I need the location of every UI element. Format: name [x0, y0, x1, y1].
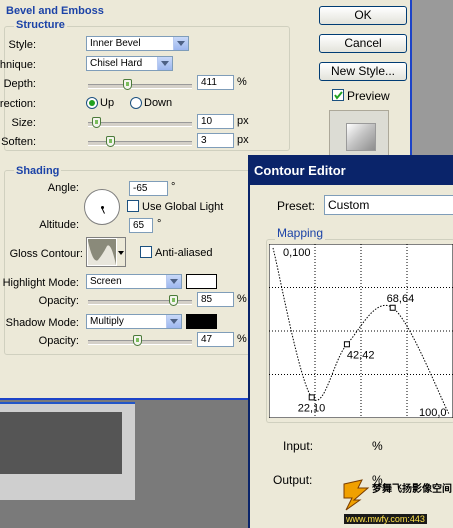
background-window-edge [410, 0, 453, 155]
direction-down-radio[interactable] [130, 97, 142, 109]
contour-point-label: 42,42 [347, 349, 375, 361]
anti-aliased-label[interactable]: Anti-aliased [155, 247, 212, 259]
contour-point-label: 68,64 [387, 293, 415, 305]
angle-dial[interactable] [84, 189, 120, 225]
contour-point-handle[interactable] [308, 394, 315, 401]
angle-unit: ° [171, 181, 176, 193]
soften-input[interactable]: 3 [197, 133, 234, 148]
preset-value: Custom [328, 198, 370, 212]
style-select-value: Inner Bevel [90, 38, 141, 49]
preview-checkbox[interactable] [332, 89, 344, 101]
watermark-url: www.mwfy.com:443 [344, 514, 427, 524]
shadow-opacity-unit: % [237, 333, 247, 345]
style-label: Style: [8, 39, 36, 51]
direction-up-label[interactable]: Up [100, 97, 114, 109]
altitude-unit: ° [157, 218, 162, 230]
chevron-down-icon [157, 57, 172, 70]
ok-button[interactable]: OK [319, 6, 407, 25]
depth-slider[interactable] [88, 79, 192, 90]
highlight-mode-label: Highlight Mode: [2, 277, 79, 289]
direction-label: Direction: [0, 98, 36, 110]
contour-graph[interactable]: 0,100 22,10 42,42 68,64 100,0 [269, 244, 453, 418]
cancel-button[interactable]: Cancel [319, 34, 407, 53]
highlight-opacity-slider[interactable] [88, 295, 192, 306]
checkmark-icon [334, 91, 343, 100]
highlight-opacity-unit: % [237, 293, 247, 305]
depth-label: Depth: [3, 78, 36, 90]
anti-aliased-checkbox[interactable] [140, 246, 152, 258]
altitude-input[interactable]: 65 [129, 218, 153, 233]
background-window-canvas [0, 412, 122, 474]
contour-editor-title: Contour Editor [254, 163, 346, 178]
technique-select[interactable]: Chisel Hard [86, 56, 173, 71]
contour-point-label: 100,0 [419, 407, 447, 418]
size-unit: px [237, 115, 249, 127]
technique-label: Technique: [0, 59, 36, 71]
size-label: Size: [11, 117, 36, 129]
gloss-contour-thumbnail [88, 238, 125, 266]
input-label: Input: [283, 439, 314, 453]
angle-label: Angle: [47, 182, 79, 194]
depth-input[interactable]: 411 [197, 75, 234, 90]
size-slider[interactable] [88, 117, 192, 128]
highlight-color-swatch[interactable] [186, 274, 217, 289]
shading-title: Shading [14, 165, 62, 177]
depth-slider-thumb[interactable] [123, 79, 133, 90]
shadow-mode-value: Multiply [90, 316, 124, 327]
chevron-down-icon [166, 275, 181, 288]
contour-editor-window: Contour Editor Preset: Custom Mapping 0,… [248, 155, 453, 528]
soften-slider[interactable] [88, 136, 192, 147]
new-style-button[interactable]: New Style... [319, 62, 407, 81]
highlight-opacity-label: Opacity: [38, 295, 79, 307]
global-light-checkbox[interactable] [127, 200, 139, 212]
input-unit: % [372, 439, 383, 453]
contour-point-handle[interactable] [389, 304, 396, 311]
preview-thumbnail [329, 110, 389, 158]
style-select[interactable]: Inner Bevel [86, 36, 189, 51]
shadow-opacity-input[interactable]: 47 [197, 332, 234, 347]
global-light-label[interactable]: Use Global Light [142, 201, 223, 213]
gloss-contour-picker[interactable] [86, 237, 126, 267]
highlight-mode-select[interactable]: Screen [86, 274, 182, 289]
structure-title: Structure [14, 19, 67, 31]
depth-unit: % [237, 76, 247, 88]
highlight-opacity-thumb[interactable] [168, 295, 178, 306]
highlight-opacity-input[interactable]: 85 [197, 292, 234, 307]
angle-input[interactable]: -65 [129, 181, 168, 196]
size-input[interactable]: 10 [197, 114, 234, 129]
chevron-down-icon [166, 315, 181, 328]
size-slider-thumb[interactable] [91, 117, 101, 128]
shadow-opacity-label: Opacity: [38, 335, 79, 347]
bevel-emboss-title: Bevel and Emboss [6, 5, 104, 17]
shadow-mode-label: Shadow Mode: [5, 317, 79, 329]
highlight-mode-value: Screen [90, 276, 122, 287]
soften-unit: px [237, 134, 249, 146]
output-label: Output: [273, 473, 313, 487]
shadow-mode-select[interactable]: Multiply [86, 314, 182, 329]
shadow-opacity-slider[interactable] [88, 335, 192, 346]
direction-up-radio[interactable] [86, 97, 98, 109]
shadow-opacity-thumb[interactable] [132, 335, 142, 346]
contour-point-label: 22,10 [298, 402, 326, 414]
contour-point-handle[interactable] [343, 341, 350, 348]
contour-editor-titlebar[interactable]: Contour Editor [250, 157, 453, 185]
gloss-contour-label: Gloss Contour: [9, 248, 83, 260]
direction-down-label[interactable]: Down [144, 97, 172, 109]
contour-point-label: 0,100 [283, 247, 311, 259]
soften-slider-thumb[interactable] [106, 136, 116, 147]
shadow-color-swatch[interactable] [186, 314, 217, 329]
preset-label: Preset: [277, 199, 316, 213]
altitude-label: Altitude: [39, 219, 79, 231]
technique-select-value: Chisel Hard [90, 58, 143, 69]
watermark: 梦舞飞扬影像空间 www.mwfy.com:443 [338, 476, 453, 528]
soften-label: Soften: [1, 136, 36, 148]
preview-label[interactable]: Preview [347, 89, 390, 103]
preview-bevel-swatch [346, 123, 376, 151]
mapping-label: Mapping [275, 226, 326, 240]
watermark-logo-icon [343, 479, 370, 511]
watermark-text: 梦舞飞扬影像空间 [372, 484, 452, 495]
chevron-down-icon [173, 37, 188, 50]
preset-select[interactable]: Custom [324, 195, 453, 215]
